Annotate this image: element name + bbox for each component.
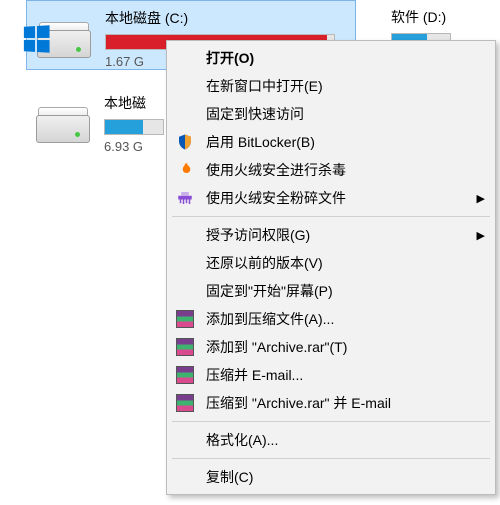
menu-huorong-scan[interactable]: 使用火绒安全进行杀毒 <box>169 156 493 184</box>
drive-c-label: 本地磁盘 (C:) <box>105 8 349 28</box>
drive-local2-icon <box>32 97 94 149</box>
blank-icon <box>174 224 196 246</box>
menu-rar-email[interactable]: 压缩并 E-mail... <box>169 361 493 389</box>
blank-icon <box>174 252 196 274</box>
windows-logo-icon <box>24 25 50 53</box>
menu-rar-add-archive[interactable]: 添加到 "Archive.rar"(T) <box>169 333 493 361</box>
winrar-icon <box>174 336 196 358</box>
drive-local2[interactable]: 本地磁 6.93 G <box>26 86 186 156</box>
menu-rar-archive-email[interactable]: 压缩到 "Archive.rar" 并 E-mail <box>169 389 493 417</box>
context-menu: 打开(O) 在新窗口中打开(E) 固定到快速访问 启用 BitLocker(B)… <box>166 40 496 495</box>
blank-icon <box>174 466 196 488</box>
menu-format[interactable]: 格式化(A)... <box>169 426 493 454</box>
menu-copy[interactable]: 复制(C) <box>169 463 493 491</box>
winrar-icon <box>174 308 196 330</box>
winrar-icon <box>174 392 196 414</box>
menu-bitlocker[interactable]: 启用 BitLocker(B) <box>169 128 493 156</box>
drive-c-icon <box>33 12 95 64</box>
submenu-arrow-icon: ▶ <box>477 229 485 242</box>
blank-icon <box>174 429 196 451</box>
menu-open[interactable]: 打开(O) <box>169 44 493 72</box>
shredder-icon <box>174 187 196 209</box>
blank-icon <box>174 75 196 97</box>
menu-separator <box>172 421 490 422</box>
shield-icon <box>174 131 196 153</box>
menu-pin-quick-access[interactable]: 固定到快速访问 <box>169 100 493 128</box>
flame-icon <box>174 159 196 181</box>
winrar-icon <box>174 364 196 386</box>
drive-d-label: 软件 (D:) <box>391 7 494 27</box>
submenu-arrow-icon: ▶ <box>477 192 485 205</box>
menu-pin-start[interactable]: 固定到"开始"屏幕(P) <box>169 277 493 305</box>
blank-icon <box>174 103 196 125</box>
menu-grant-access[interactable]: 授予访问权限(G) ▶ <box>169 221 493 249</box>
menu-rar-add[interactable]: 添加到压缩文件(A)... <box>169 305 493 333</box>
menu-restore-versions[interactable]: 还原以前的版本(V) <box>169 249 493 277</box>
menu-open-new-window[interactable]: 在新窗口中打开(E) <box>169 72 493 100</box>
drive-local2-usage-bar <box>104 119 164 135</box>
blank-icon <box>174 47 196 69</box>
blank-icon <box>174 280 196 302</box>
menu-separator <box>172 216 490 217</box>
menu-separator <box>172 458 490 459</box>
menu-huorong-shred[interactable]: 使用火绒安全粉碎文件 ▶ <box>169 184 493 212</box>
